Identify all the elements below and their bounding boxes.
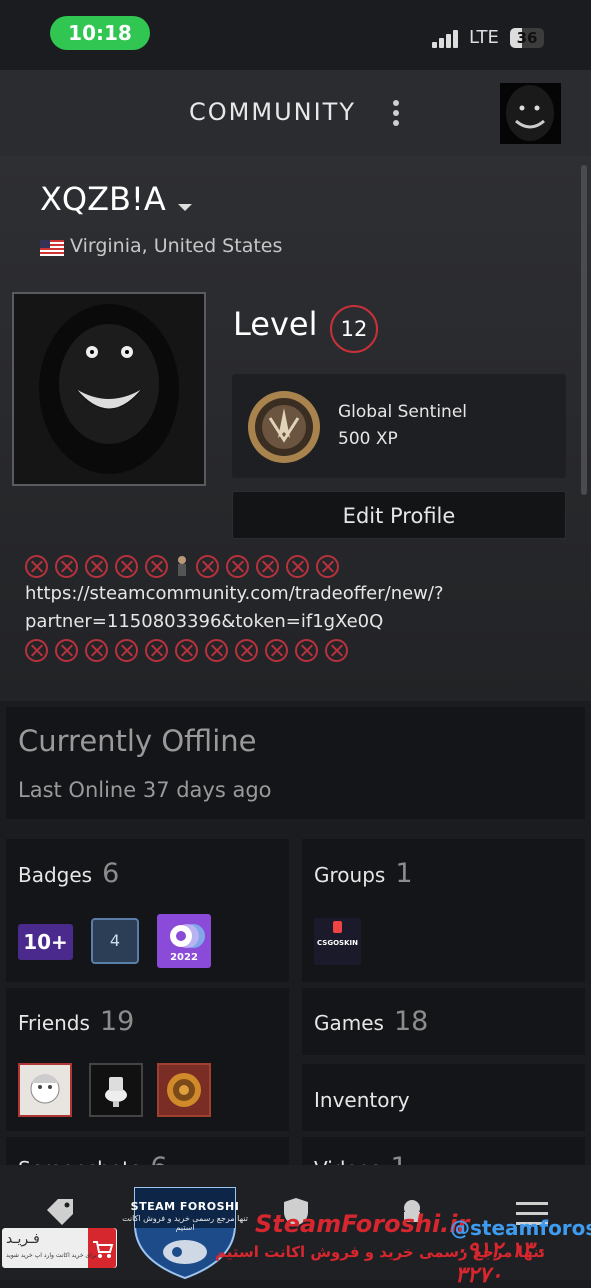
groups-label: Groups [314, 863, 386, 887]
games-header: Games 18 [314, 1006, 428, 1037]
farid-title: فـریـد [6, 1231, 40, 1247]
watermark-phone: ۰۹۱۲ ۱۳۰ ۳۲۷۰ [455, 1238, 546, 1288]
online-status: Currently Offline [18, 724, 257, 758]
watermark-handle: @steamforoshi [450, 1216, 591, 1240]
more-menu-icon[interactable] [390, 100, 402, 128]
figure-emoticon-icon [178, 556, 186, 576]
emoticon-row-top [25, 553, 339, 579]
chevron-down-icon[interactable] [178, 204, 192, 211]
farid-subtitle: برای خرید اکانت وارد اپ خرید شوید [6, 1252, 97, 1259]
scrollbar[interactable] [581, 165, 587, 495]
x-emoticon-icon [256, 554, 279, 578]
badges-label: Badges [18, 863, 93, 887]
page-title: COMMUNITY [189, 98, 356, 126]
x-emoticon-icon [25, 638, 48, 662]
x-emoticon-icon [145, 554, 168, 578]
clock: 10:18 [50, 16, 150, 50]
badge-tile-years[interactable]: 10+ [18, 924, 73, 960]
x-emoticon-icon [316, 554, 339, 578]
games-count: 18 [393, 1006, 429, 1037]
badges-count: 6 [102, 858, 120, 889]
badge-tile-steam-2022[interactable]: 2022 [157, 914, 211, 968]
location: Virginia, United States [70, 235, 283, 257]
badge-xp: 500 XP [338, 429, 398, 449]
groups-count: 1 [395, 858, 413, 889]
friends-header: Friends 19 [18, 1006, 134, 1037]
inventory-label: Inventory [314, 1088, 410, 1112]
battery-level: 36 [516, 29, 538, 47]
store-tag-icon[interactable] [44, 1196, 76, 1228]
last-online: Last Online 37 days ago [18, 778, 272, 802]
x-emoticon-icon [115, 638, 138, 662]
edit-profile-button[interactable]: Edit Profile [232, 491, 566, 539]
battery-icon: 36 [510, 28, 544, 48]
x-emoticon-icon [325, 638, 348, 662]
x-emoticon-icon [55, 638, 78, 662]
emoticon-row-bottom [25, 637, 348, 663]
x-emoticon-icon [196, 554, 219, 578]
logo-subtitle: تنها مرجع رسمی خرید و فروش اکانت استیم [122, 1214, 248, 1232]
x-emoticon-icon [55, 554, 78, 578]
x-emoticon-icon [205, 638, 228, 662]
friend-avatar[interactable] [89, 1063, 143, 1117]
medal-icon [245, 388, 323, 466]
us-flag-icon [40, 240, 64, 256]
network-type: LTE [469, 27, 499, 48]
friends-count: 19 [99, 1006, 135, 1037]
x-emoticon-icon [175, 638, 198, 662]
x-emoticon-icon [85, 638, 108, 662]
x-emoticon-icon [226, 554, 249, 578]
x-emoticon-icon [295, 638, 318, 662]
level-badge[interactable]: 12 [330, 305, 378, 353]
x-emoticon-icon [115, 554, 138, 578]
badges-header: Badges 6 [18, 858, 119, 889]
friend-avatar[interactable] [157, 1063, 211, 1117]
x-emoticon-icon [265, 638, 288, 662]
logo-title: STEAM FOROSHI [130, 1200, 240, 1213]
badge-year: 2022 [170, 952, 198, 963]
x-emoticon-icon [85, 554, 108, 578]
header-avatar[interactable] [500, 83, 561, 144]
group-name: CSGOSKIN [317, 939, 358, 947]
trade-link-line2: partner=1150803396&token=if1gXe0Q [25, 611, 384, 632]
x-emoticon-icon [235, 638, 258, 662]
groups-header: Groups 1 [314, 858, 413, 889]
username: XQZB!A [40, 180, 166, 218]
x-emoticon-icon [145, 638, 168, 662]
badge-tile-level[interactable]: 4 [91, 918, 139, 964]
friends-label: Friends [18, 1011, 90, 1035]
x-emoticon-icon [286, 554, 309, 578]
cell-signal-icon [432, 30, 462, 48]
friend-avatar[interactable] [18, 1063, 72, 1117]
games-label: Games [314, 1011, 384, 1035]
watermark-site: SteamForoshi.ir [255, 1210, 470, 1238]
badge-name: Global Sentinel [338, 402, 468, 422]
level-label: Level [233, 305, 318, 343]
x-emoticon-icon [25, 554, 48, 578]
trade-link-line1: https://steamcommunity.com/tradeoffer/ne… [25, 583, 444, 604]
trade-offer-link[interactable]: https://steamcommunity.com/tradeoffer/ne… [25, 580, 565, 636]
profile-avatar [12, 292, 206, 486]
cart-icon [88, 1228, 116, 1268]
group-tile-csgoskin[interactable]: CSGOSKIN [314, 918, 361, 965]
